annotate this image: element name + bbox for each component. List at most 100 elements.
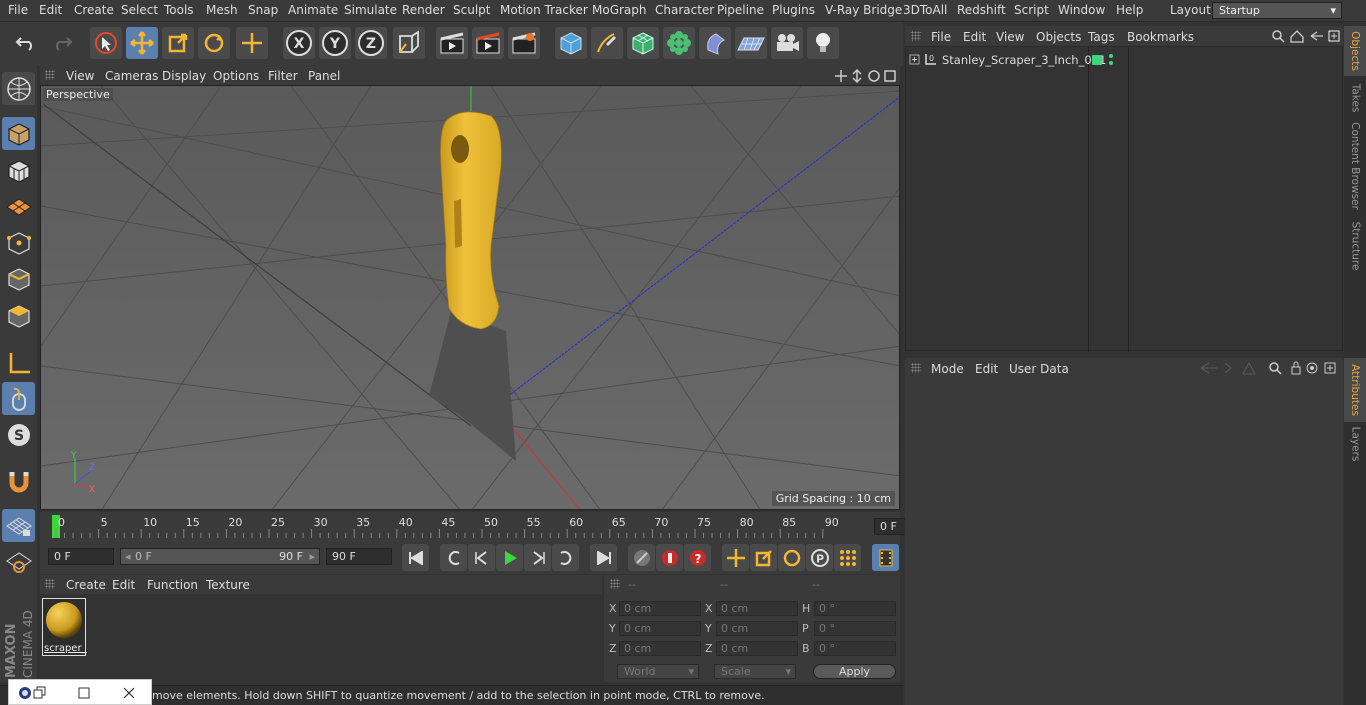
- menu-file[interactable]: File: [8, 3, 28, 17]
- coordinate-system-button[interactable]: [393, 27, 425, 59]
- object-menu-objects[interactable]: Objects: [1036, 30, 1081, 44]
- frame-range-slider[interactable]: ◂ 0 F 90 F ▸: [120, 548, 320, 565]
- menu-redshift[interactable]: Redshift: [957, 3, 1006, 17]
- size-z-field[interactable]: 0 cm: [716, 641, 798, 656]
- polygons-mode-button[interactable]: [2, 299, 35, 332]
- axis-mode-button[interactable]: [2, 346, 35, 379]
- world-dropdown[interactable]: World ▾: [617, 664, 699, 679]
- object-menu-tags[interactable]: Tags: [1088, 30, 1115, 44]
- recent-tool-button[interactable]: [236, 27, 268, 59]
- rotate-tool-button[interactable]: [198, 27, 230, 59]
- size-y-field[interactable]: 0 cm: [716, 621, 798, 636]
- menu-select[interactable]: Select: [121, 3, 158, 17]
- pos-x-field[interactable]: 0 cm: [619, 601, 701, 616]
- menu-create[interactable]: Create: [74, 3, 114, 17]
- viewport-menu-view[interactable]: View: [66, 69, 94, 83]
- timeline-ruler[interactable]: 0 5 10 15 20 25 30 35 40 45 50 55 60 65 70 75 80 85 90 0 F: [40, 512, 940, 542]
- planar-workplane-button[interactable]: [2, 546, 35, 579]
- menu-motion-tracker[interactable]: Motion Tracker: [500, 3, 588, 17]
- make-editable-button[interactable]: [2, 72, 35, 105]
- scale-dropdown[interactable]: Scale ▾: [714, 664, 796, 679]
- viewport-navigation-icons[interactable]: [835, 68, 899, 84]
- menu-mograph[interactable]: MoGraph: [592, 3, 647, 17]
- object-manager-nav-icons[interactable]: [1271, 29, 1341, 44]
- y-axis-button[interactable]: Y: [319, 27, 351, 59]
- attribute-menu-edit[interactable]: Edit: [975, 362, 998, 376]
- menu-snap[interactable]: Snap: [248, 3, 278, 17]
- material-swatch[interactable]: scraper_: [42, 598, 87, 656]
- redo-button[interactable]: [46, 27, 78, 59]
- tab-attributes[interactable]: Attributes: [1344, 358, 1366, 422]
- live-selection-button[interactable]: [90, 27, 122, 59]
- attribute-menu-user-data[interactable]: User Data: [1009, 362, 1069, 376]
- material-menu-texture[interactable]: Texture: [206, 578, 250, 592]
- floor-button[interactable]: [735, 27, 767, 59]
- next-frame-button[interactable]: [524, 544, 551, 571]
- perspective-viewport[interactable]: Perspective Y Z X Grid Spacing : 10 cm: [40, 85, 900, 510]
- render-settings-button[interactable]: [508, 27, 540, 59]
- texture-mode-button[interactable]: [2, 154, 35, 187]
- material-menu-create[interactable]: Create: [66, 578, 106, 592]
- menu-window[interactable]: Window: [1058, 3, 1105, 17]
- menu-script[interactable]: Script: [1014, 3, 1049, 17]
- menu-animate[interactable]: Animate: [288, 3, 338, 17]
- camera-button[interactable]: [771, 27, 803, 59]
- layout-select[interactable]: Startup ▾: [1212, 2, 1342, 19]
- snap-button[interactable]: [2, 464, 35, 497]
- menu-plugins[interactable]: Plugins: [772, 3, 815, 17]
- scale-key-button[interactable]: [750, 544, 777, 571]
- start-frame-field[interactable]: 0 F: [48, 548, 114, 565]
- keyframe-selection-button[interactable]: ?: [684, 544, 711, 571]
- object-menu-edit[interactable]: Edit: [963, 30, 986, 44]
- tab-content-browser[interactable]: Content Browser: [1344, 120, 1366, 212]
- menu-render[interactable]: Render: [402, 3, 445, 17]
- tab-layers[interactable]: Layers: [1344, 424, 1366, 464]
- menu-edit[interactable]: Edit: [39, 3, 62, 17]
- object-menu-view[interactable]: View: [996, 30, 1024, 44]
- workplane-lock-button[interactable]: [2, 509, 35, 542]
- size-x-field[interactable]: 0 cm: [716, 601, 798, 616]
- attribute-manager-nav-icons[interactable]: [1199, 361, 1341, 376]
- go-to-start-button[interactable]: [402, 544, 429, 571]
- viewport-menu-options[interactable]: Options: [213, 69, 259, 83]
- previous-key-button[interactable]: [440, 544, 467, 571]
- workplane-mode-button[interactable]: [2, 190, 35, 223]
- next-key-button[interactable]: [552, 544, 579, 571]
- menu-pipeline[interactable]: Pipeline: [717, 3, 764, 17]
- object-row[interactable]: 0 Stanley_Scraper_3_Inch_001: [906, 51, 1344, 69]
- spline-pen-button[interactable]: [591, 27, 623, 59]
- cube-object-button[interactable]: [555, 27, 587, 59]
- end-frame-field[interactable]: 90 F: [326, 548, 392, 565]
- menu-mesh[interactable]: Mesh: [206, 3, 238, 17]
- close-icon[interactable]: [122, 686, 136, 700]
- object-menu-bookmarks[interactable]: Bookmarks: [1127, 30, 1194, 44]
- viewport-menu-panel[interactable]: Panel: [308, 69, 340, 83]
- deformer-button[interactable]: [699, 27, 731, 59]
- render-region-button[interactable]: [472, 27, 504, 59]
- visibility-dots-icon[interactable]: [1108, 53, 1114, 67]
- object-menu-file[interactable]: File: [931, 30, 951, 44]
- position-key-button[interactable]: [722, 544, 749, 571]
- pos-y-field[interactable]: 0 cm: [619, 621, 701, 636]
- autokey-button[interactable]: [656, 544, 683, 571]
- apply-button[interactable]: Apply: [813, 664, 896, 679]
- viewport-menu-cameras[interactable]: Cameras: [105, 69, 158, 83]
- menu-3dtoall[interactable]: 3DToAll: [903, 3, 947, 17]
- undo-button[interactable]: [10, 27, 42, 59]
- model-mode-button[interactable]: [2, 117, 35, 150]
- subdivision-surface-button[interactable]: [627, 27, 659, 59]
- tab-takes[interactable]: Takes: [1344, 78, 1366, 118]
- menu-character[interactable]: Character: [655, 3, 714, 17]
- expand-icon[interactable]: [909, 54, 921, 66]
- scale-tool-button[interactable]: [162, 27, 194, 59]
- rotation-key-button[interactable]: [778, 544, 805, 571]
- rot-p-field[interactable]: 0 °: [814, 621, 896, 636]
- edges-mode-button[interactable]: [2, 262, 35, 295]
- viewport-menu-filter[interactable]: Filter: [268, 69, 298, 83]
- layer-color-badge[interactable]: [1092, 55, 1102, 65]
- previous-frame-button[interactable]: [468, 544, 495, 571]
- x-axis-button[interactable]: X: [283, 27, 315, 59]
- points-mode-button[interactable]: [2, 226, 35, 259]
- menu-help[interactable]: Help: [1116, 3, 1143, 17]
- light-button[interactable]: [807, 27, 839, 59]
